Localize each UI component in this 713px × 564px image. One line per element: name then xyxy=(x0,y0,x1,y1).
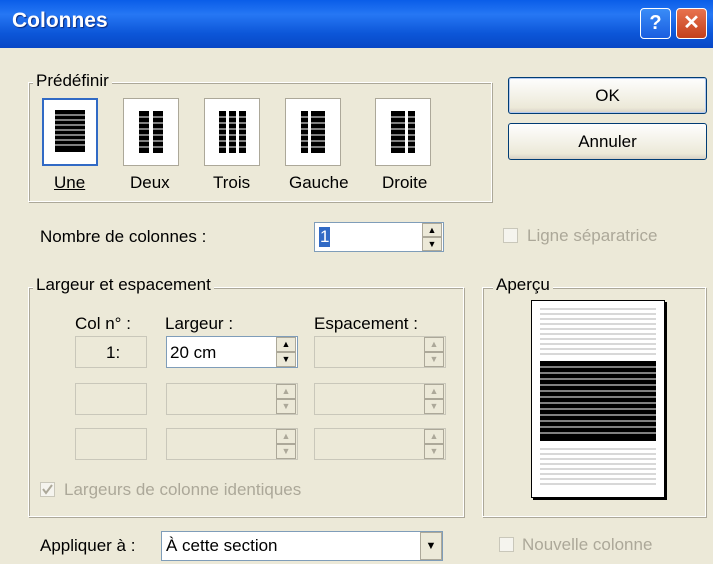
spin-down-icon[interactable]: ▼ xyxy=(424,399,444,414)
preset-left-label: Gauche xyxy=(289,173,349,192)
width-spinner[interactable]: ▲ ▼ xyxy=(276,337,296,367)
preset-one-icon xyxy=(55,110,85,152)
spacing-spinner[interactable]: ▲ ▼ xyxy=(424,337,444,367)
preset-two-label: Deux xyxy=(130,173,170,192)
equal-widths-label: Largeurs de colonne identiques xyxy=(64,480,302,499)
width-value: 20 cm xyxy=(170,343,217,362)
col-number-cell xyxy=(75,428,147,460)
spin-up-icon[interactable]: ▲ xyxy=(276,429,296,444)
separator-checkbox[interactable] xyxy=(503,228,518,243)
help-icon: ? xyxy=(649,12,662,34)
column-count-label: Nombre de colonnes : xyxy=(40,227,207,246)
chevron-down-icon[interactable]: ▼ xyxy=(420,532,442,560)
preview-page-icon xyxy=(540,308,656,485)
width-spinner[interactable]: ▲ ▼ xyxy=(276,384,296,414)
spacing-spinner[interactable]: ▲ ▼ xyxy=(424,384,444,414)
close-icon: ✕ xyxy=(683,12,700,34)
spin-down-icon[interactable]: ▼ xyxy=(276,352,296,367)
preset-one-button[interactable] xyxy=(42,98,98,166)
spin-up-icon[interactable]: ▲ xyxy=(276,337,296,352)
help-button[interactable]: ? xyxy=(640,8,671,39)
preset-left-icon xyxy=(301,111,325,153)
presets-group-label: Prédéfinir xyxy=(33,71,112,91)
cancel-button[interactable]: Annuler xyxy=(508,123,707,160)
spacing-spinner[interactable]: ▲ ▼ xyxy=(424,429,444,459)
spin-down-icon[interactable]: ▼ xyxy=(424,444,444,459)
apply-to-label: Appliquer à : xyxy=(40,536,136,555)
spin-up-icon[interactable]: ▲ xyxy=(424,429,444,444)
apply-to-select[interactable]: À cette section xyxy=(161,531,443,561)
preset-three-icon xyxy=(219,111,246,153)
ok-button[interactable]: OK xyxy=(508,77,707,114)
spin-down-icon[interactable]: ▼ xyxy=(276,444,296,459)
preset-right-button[interactable] xyxy=(375,98,431,166)
preset-left-button[interactable] xyxy=(285,98,341,166)
preset-three-label: Trois xyxy=(213,173,251,192)
spin-up-icon[interactable]: ▲ xyxy=(422,223,442,237)
spin-up-icon[interactable]: ▲ xyxy=(424,384,444,399)
spin-up-icon[interactable]: ▲ xyxy=(424,337,444,352)
spin-down-icon[interactable]: ▼ xyxy=(424,352,444,367)
close-button[interactable]: ✕ xyxy=(676,8,707,39)
col-number-cell: 1: xyxy=(75,336,147,368)
spin-down-icon[interactable]: ▼ xyxy=(276,399,296,414)
preview-page xyxy=(531,300,665,498)
col-number-value: 1: xyxy=(106,343,121,362)
checkmark-icon xyxy=(42,484,53,495)
col-header: Col n° : xyxy=(75,314,131,333)
preset-two-button[interactable] xyxy=(123,98,179,166)
spin-up-icon[interactable]: ▲ xyxy=(276,384,296,399)
column-count-spinner[interactable]: ▲ ▼ xyxy=(422,223,442,251)
spacing-header: Espacement : xyxy=(314,314,418,333)
preview-group-label: Aperçu xyxy=(493,275,553,295)
apply-to-value: À cette section xyxy=(166,536,278,555)
column-count-value: 1 xyxy=(319,227,331,247)
spin-down-icon[interactable]: ▼ xyxy=(422,237,442,251)
width-header: Largeur : xyxy=(165,314,234,333)
width-spinner[interactable]: ▲ ▼ xyxy=(276,429,296,459)
equal-widths-checkbox[interactable] xyxy=(40,482,55,497)
preset-right-label: Droite xyxy=(382,173,428,192)
col-number-cell xyxy=(75,383,147,415)
preset-one-label: Une xyxy=(54,173,86,192)
title-bar[interactable]: Colonnes ? ✕ xyxy=(0,0,713,48)
new-column-checkbox[interactable] xyxy=(499,537,514,552)
separator-label: Ligne séparatrice xyxy=(527,226,658,245)
new-column-label: Nouvelle colonne xyxy=(522,535,653,554)
preset-two-icon xyxy=(139,111,163,153)
width-spacing-label: Largeur et espacement xyxy=(33,275,214,295)
dialog-title: Colonnes xyxy=(12,9,108,32)
preset-right-icon xyxy=(391,111,415,153)
preset-three-button[interactable] xyxy=(204,98,260,166)
